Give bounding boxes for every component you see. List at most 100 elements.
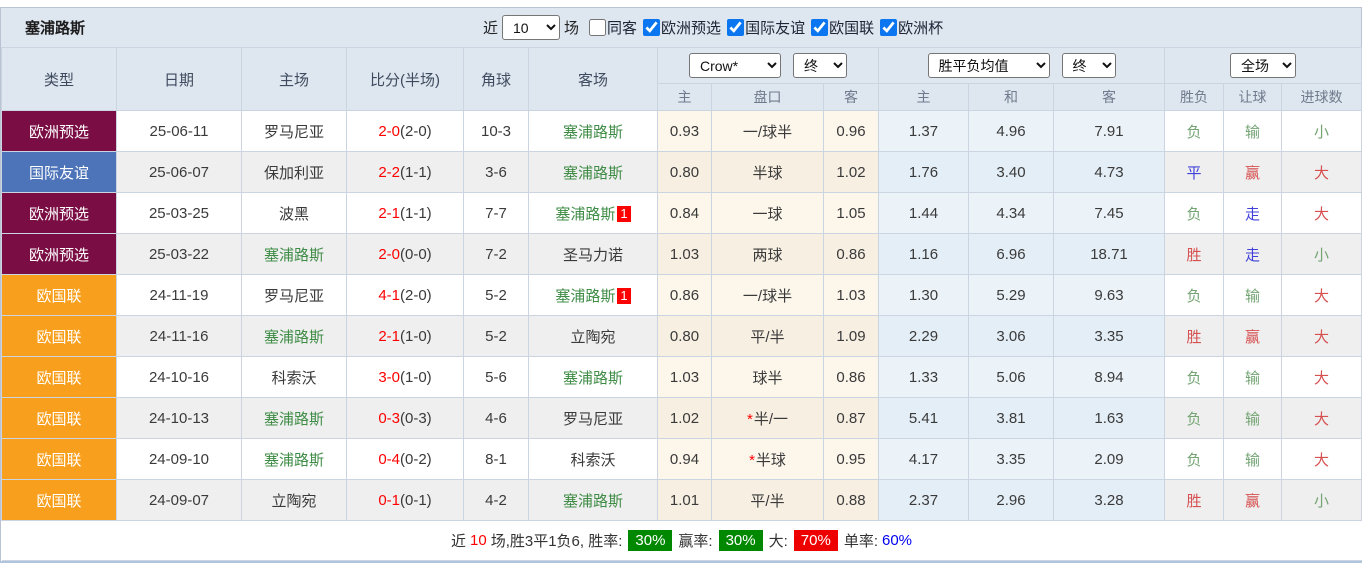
sub-col-header: 进球数 xyxy=(1280,83,1362,111)
result-goals: 大 xyxy=(1280,315,1362,357)
sub-col-header: 让球 xyxy=(1223,83,1282,111)
result-goals: 大 xyxy=(1280,274,1362,316)
col-header-type: 类型 xyxy=(1,47,117,111)
table-row: 欧洲预选 25-06-11 罗马尼亚 2-0(2-0) 10-3 塞浦路斯 0.… xyxy=(1,110,1362,152)
corner-score: 5-2 xyxy=(463,315,529,357)
result-goals: 小 xyxy=(1280,479,1362,521)
avg-win-odds: 4.17 xyxy=(878,438,969,480)
handicap-line: 一/球半 xyxy=(711,110,824,152)
match-type-badge: 欧国联 xyxy=(1,356,117,398)
handicap-away-odds: 1.03 xyxy=(823,274,879,316)
sub-col-header: 客 xyxy=(823,83,879,111)
filter-checkbox[interactable] xyxy=(880,19,898,36)
avg-draw-odds: 3.40 xyxy=(968,151,1054,193)
home-team: 塞浦路斯 xyxy=(241,315,347,357)
result-goals: 大 xyxy=(1280,356,1362,398)
avg-draw-odds: 4.96 xyxy=(968,110,1054,152)
match-type-badge: 欧国联 xyxy=(1,397,117,439)
rank-badge: 1 xyxy=(617,205,631,222)
handicap-away-odds: 0.96 xyxy=(823,110,879,152)
scope-select-group: 全场 xyxy=(1163,47,1362,84)
away-team: 罗马尼亚 xyxy=(528,397,658,439)
average-time-select[interactable]: 终 xyxy=(1061,53,1116,78)
handicap-rate-badge: 30% xyxy=(718,530,763,551)
result-wdl: 负 xyxy=(1164,110,1224,152)
match-date: 24-09-07 xyxy=(116,479,242,521)
filter-label: 欧国联 xyxy=(829,20,875,37)
result-wdl: 负 xyxy=(1164,356,1224,398)
handicap-away-odds: 1.05 xyxy=(823,192,879,234)
filter-label: 国际友谊 xyxy=(745,20,806,37)
score: 0-1(0-1) xyxy=(346,479,464,521)
handicap-away-odds: 1.02 xyxy=(823,151,879,193)
score: 2-1(1-0) xyxy=(346,315,464,357)
avg-lose-odds: 7.45 xyxy=(1053,192,1165,234)
table-row: 欧洲预选 25-03-22 塞浦路斯 2-0(0-0) 7-2 圣马力诺 1.0… xyxy=(1,233,1362,275)
table-row: 欧国联 24-09-10 塞浦路斯 0-4(0-2) 8-1 科索沃 0.94 … xyxy=(1,438,1362,480)
score: 3-0(1-0) xyxy=(346,356,464,398)
match-type-badge: 欧洲预选 xyxy=(1,233,117,275)
filter-label: 欧洲杯 xyxy=(898,20,944,37)
same-away-checkbox[interactable] xyxy=(589,19,607,36)
avg-win-odds: 2.29 xyxy=(878,315,969,357)
handicap-home-odds: 1.03 xyxy=(657,356,712,398)
big-rate-label: 大: xyxy=(768,533,788,550)
result-handicap: 输 xyxy=(1223,356,1282,398)
handicap-line: 两球 xyxy=(711,233,824,275)
avg-win-odds: 1.44 xyxy=(878,192,969,234)
avg-draw-odds: 3.35 xyxy=(968,438,1054,480)
filter-checkbox[interactable] xyxy=(811,19,829,36)
away-team: 科索沃 xyxy=(528,438,658,480)
match-scope-select[interactable]: 全场 xyxy=(1230,53,1296,78)
home-team: 波黑 xyxy=(241,192,347,234)
bookmaker-time-select[interactable]: 终 xyxy=(793,53,847,78)
avg-lose-odds: 4.73 xyxy=(1053,151,1165,193)
same-away-label: 同客 xyxy=(607,20,638,37)
match-type-badge: 国际友谊 xyxy=(1,151,117,193)
handicap-line: 半球 xyxy=(711,151,824,193)
handicap-away-odds: 1.09 xyxy=(823,315,879,357)
corner-score: 10-3 xyxy=(463,110,529,152)
home-team: 罗马尼亚 xyxy=(241,274,347,316)
table-row: 欧国联 24-10-16 科索沃 3-0(1-0) 5-6 塞浦路斯 1.03 … xyxy=(1,356,1362,398)
avg-draw-odds: 2.96 xyxy=(968,479,1054,521)
corner-score: 4-6 xyxy=(463,397,529,439)
corner-score: 4-2 xyxy=(463,479,529,521)
handicap-away-odds: 0.95 xyxy=(823,438,879,480)
recent-count-select[interactable]: 10 xyxy=(502,15,561,40)
avg-win-odds: 1.33 xyxy=(878,356,969,398)
page: 塞浦路斯 近 10 场 同客 欧洲预选 国际友谊 欧国联 欧洲杯 类型 日期 主… xyxy=(0,0,1362,563)
avg-draw-odds: 5.29 xyxy=(968,274,1054,316)
result-wdl: 胜 xyxy=(1164,479,1224,521)
handicap-line: 平/半 xyxy=(711,315,824,357)
match-date: 25-06-07 xyxy=(116,151,242,193)
result-goals: 小 xyxy=(1280,233,1362,275)
result-handicap: 输 xyxy=(1223,438,1282,480)
table-row: 欧洲预选 25-03-25 波黑 2-1(1-1) 7-7 塞浦路斯 1 0.84… xyxy=(1,192,1362,234)
col-header-score: 比分(半场) xyxy=(346,47,464,111)
summary-text: 场,胜3平1负6, 胜率: xyxy=(490,533,623,550)
corner-score: 7-2 xyxy=(463,233,529,275)
handicap-select-group: Crow* 终 xyxy=(657,47,879,84)
avg-lose-odds: 3.28 xyxy=(1053,479,1165,521)
handicap-line: 球半 xyxy=(711,356,824,398)
average-odds-select[interactable]: 胜平负均值 xyxy=(927,53,1050,78)
score: 4-1(2-0) xyxy=(346,274,464,316)
handicap-line: 平/半 xyxy=(711,479,824,521)
match-date: 24-11-19 xyxy=(116,274,242,316)
single-rate-value: 60% xyxy=(882,532,913,549)
away-team: 立陶宛 xyxy=(528,315,658,357)
handicap-home-odds: 0.93 xyxy=(657,110,712,152)
filter-checkbox[interactable] xyxy=(643,19,661,36)
filter-checkbox[interactable] xyxy=(727,19,745,36)
result-handicap: 输 xyxy=(1223,110,1282,152)
table-row: 国际友谊 25-06-07 保加利亚 2-2(1-1) 3-6 塞浦路斯 0.8… xyxy=(1,151,1362,193)
star-icon: * xyxy=(749,451,755,469)
sub-col-header: 主 xyxy=(878,83,969,111)
result-goals: 大 xyxy=(1280,438,1362,480)
avg-draw-odds: 6.96 xyxy=(968,233,1054,275)
avg-win-odds: 1.37 xyxy=(878,110,969,152)
handicap-home-odds: 1.03 xyxy=(657,233,712,275)
bookmaker-select[interactable]: Crow* xyxy=(689,53,781,78)
result-wdl: 胜 xyxy=(1164,315,1224,357)
